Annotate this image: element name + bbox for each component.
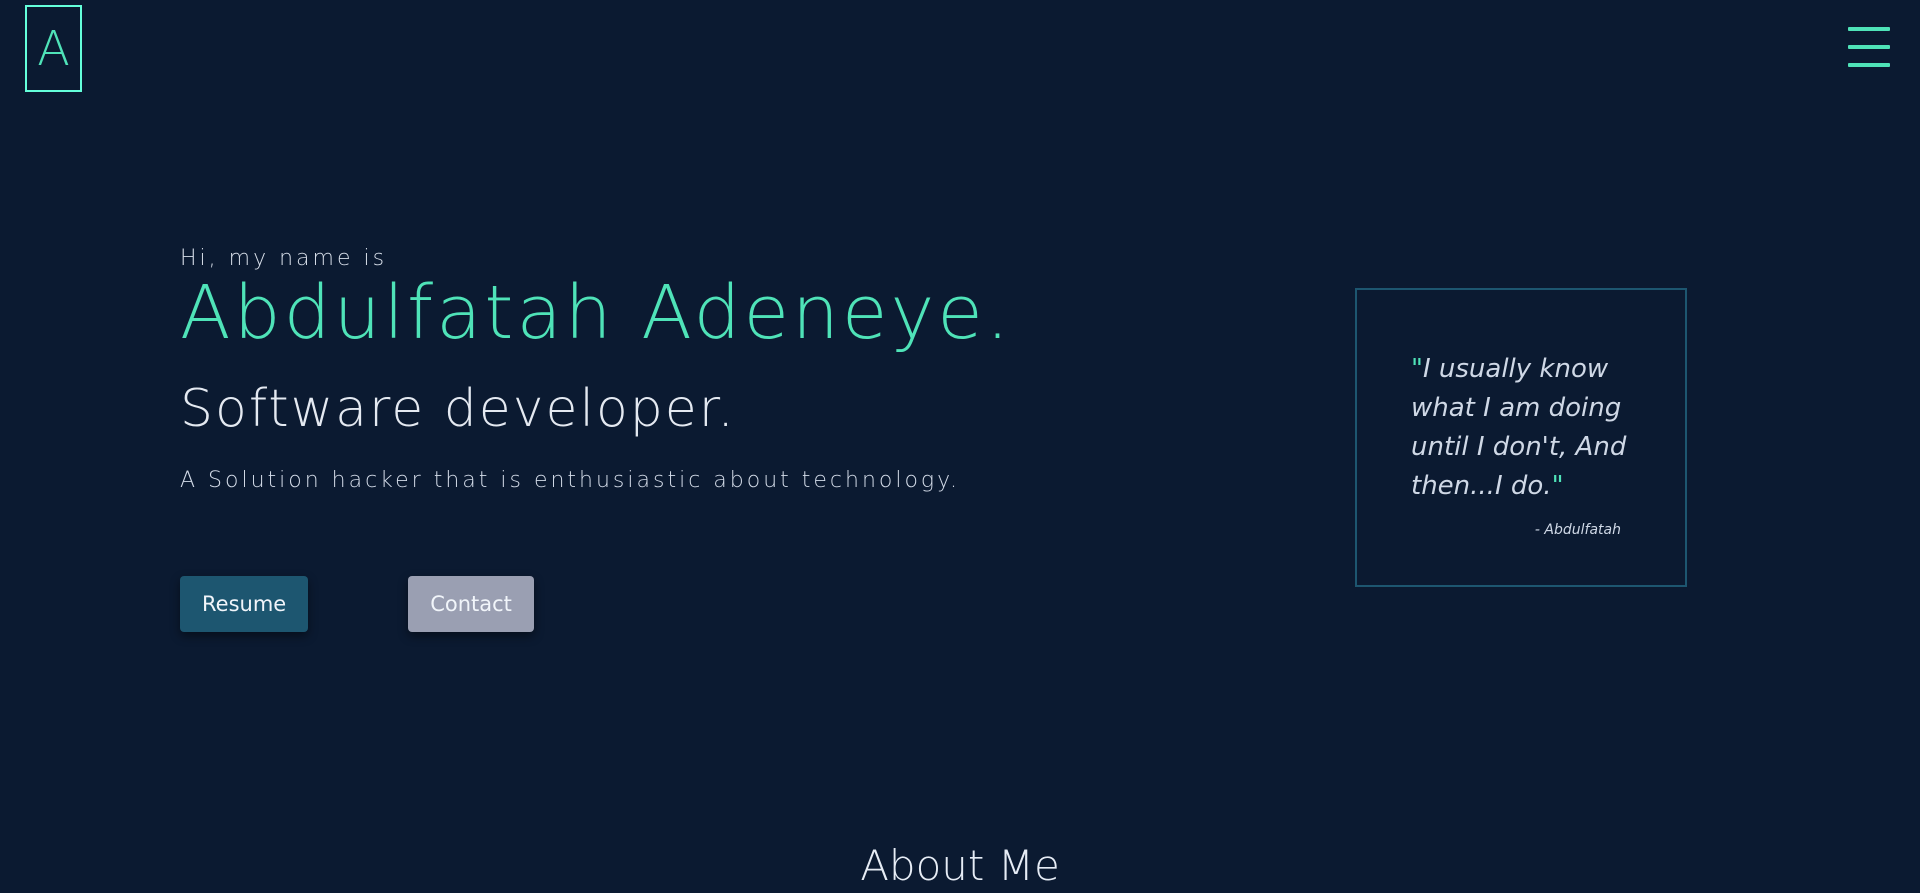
contact-button[interactable]: Contact [408, 576, 534, 632]
hamburger-menu-icon[interactable] [1848, 27, 1890, 67]
greeting-text: Hi, my name is [180, 246, 388, 271]
name-heading: Abdulfatah Adeneye. [180, 270, 1013, 356]
quote-text: "I usually know what I am doing until I … [1411, 350, 1641, 506]
quote-card: "I usually know what I am doing until I … [1355, 288, 1687, 587]
menu-line [1848, 63, 1890, 67]
quote-close-mark: " [1551, 471, 1564, 501]
role-heading: Software developer. [180, 378, 736, 439]
hero-section: Hi, my name is Abdulfatah Adeneye. Softw… [180, 246, 1080, 493]
hero-buttons: Resume Contact [180, 576, 534, 632]
quote-author: - Abdulfatah [1534, 522, 1621, 538]
resume-button[interactable]: Resume [180, 576, 309, 632]
menu-line [1848, 27, 1890, 31]
about-section-title: About Me [860, 841, 1060, 890]
tagline-text: A Solution hacker that is enthusiastic a… [180, 467, 961, 493]
portfolio-page: A Hi, my name is Abdulfatah Adeneye. Sof… [0, 0, 1920, 893]
logo-link[interactable]: A [25, 5, 82, 92]
quote-open-mark: " [1411, 354, 1423, 384]
quote-body: I usually know what I am doing until I d… [1411, 354, 1627, 501]
menu-line [1848, 45, 1890, 49]
